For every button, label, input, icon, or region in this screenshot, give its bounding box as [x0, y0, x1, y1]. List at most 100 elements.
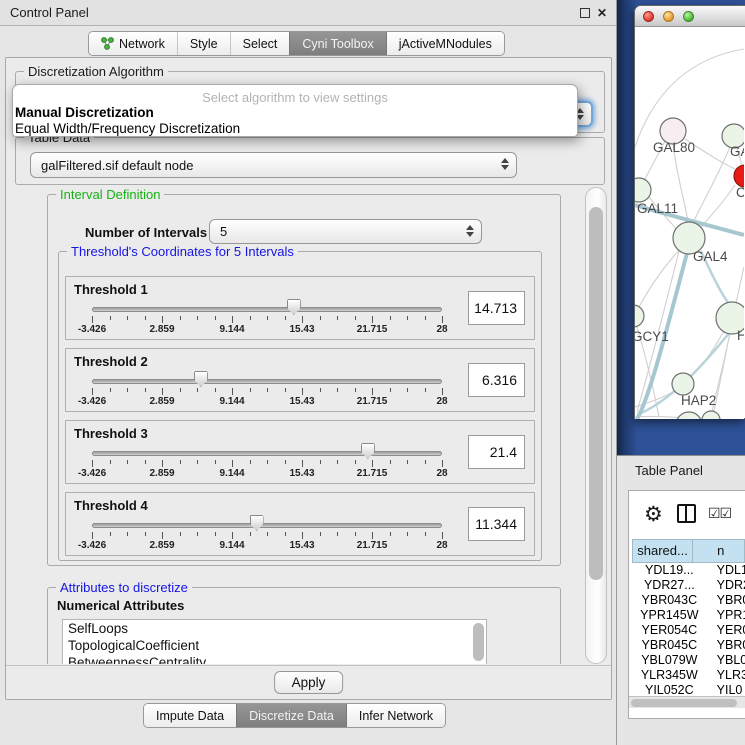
cell-name[interactable]: YLR3: [707, 668, 745, 683]
threshold-4-label: Threshold 4: [74, 498, 148, 513]
cell-name[interactable]: YDR2: [707, 578, 745, 593]
threshold-4-slider[interactable]: [92, 523, 442, 528]
table-panel-inner: ⚙ ☑☑ shared... n YDL19...YDL1YDR27...YDR…: [628, 490, 745, 719]
tab-cyni-toolbox[interactable]: Cyni Toolbox: [289, 32, 385, 55]
popup-option-manual-discretization[interactable]: Manual Discretization: [13, 105, 577, 121]
numerical-attributes-list[interactable]: SelfLoopsTopologicalCoefficientBetweenne…: [62, 619, 487, 664]
table-data-combobox[interactable]: galFiltered.sif default node: [30, 152, 517, 178]
threshold-3-value-input[interactable]: 21.4: [468, 435, 525, 469]
tab-infer-network[interactable]: Infer Network: [346, 704, 445, 727]
cell-shared-name[interactable]: YER054C: [632, 623, 707, 638]
table-row[interactable]: YPR145WYPR1: [629, 608, 745, 623]
threshold-4-slider-thumb[interactable]: [250, 515, 264, 531]
attribute-list-item[interactable]: TopologicalCoefficient: [63, 637, 486, 654]
network-node[interactable]: [676, 412, 702, 419]
tick-mark: [407, 460, 408, 464]
float-window-icon[interactable]: [580, 8, 590, 18]
threshold-2-box: Threshold 2 -3.4262.8599.14415.4321.7152…: [65, 348, 535, 412]
network-view-window: GAL80GACGAL11GAL4GCY1HHAP2: [634, 5, 745, 419]
tab-select[interactable]: Select: [230, 32, 290, 55]
tick-label: 15.43: [289, 468, 314, 479]
tick-label: 21.715: [357, 468, 388, 479]
cell-name[interactable]: YIL0: [707, 683, 745, 696]
tick-label: 28: [436, 468, 447, 479]
column-header-shared-name[interactable]: shared...: [632, 539, 693, 563]
table-row[interactable]: YBR045CYBR0: [629, 638, 745, 653]
threshold-4-value-input[interactable]: 11.344: [468, 507, 525, 541]
tab-jactivemnodules[interactable]: jActiveMNodules: [386, 32, 504, 55]
cell-shared-name[interactable]: YPR145W: [632, 608, 707, 623]
close-traffic-light-icon[interactable]: [643, 11, 654, 22]
threshold-1-slider[interactable]: [92, 307, 442, 312]
table-hscrollbar-thumb[interactable]: [631, 699, 737, 707]
tick-label: 28: [436, 324, 447, 335]
settings-scrollbar[interactable]: [585, 187, 607, 664]
settings-scrollbar-thumb[interactable]: [589, 207, 603, 580]
cell-name[interactable]: YBR0: [707, 593, 745, 608]
table-horizontal-scrollbar[interactable]: [629, 696, 745, 708]
network-canvas[interactable]: GAL80GACGAL11GAL4GCY1HHAP2: [635, 27, 744, 419]
tick-mark: [302, 532, 303, 539]
apply-button[interactable]: Apply: [274, 671, 344, 694]
table-row[interactable]: YBR043CYBR0: [629, 593, 745, 608]
column-header-name[interactable]: n: [693, 539, 745, 563]
close-icon[interactable]: ✕: [596, 7, 608, 19]
minimize-traffic-light-icon[interactable]: [663, 11, 674, 22]
tab-impute-data[interactable]: Impute Data: [144, 704, 236, 727]
cell-name[interactable]: YPR1: [707, 608, 745, 623]
network-node[interactable]: [702, 411, 720, 419]
tab-impute-data-label: Impute Data: [156, 709, 224, 723]
tab-network[interactable]: Network: [89, 32, 177, 55]
network-node[interactable]: [635, 178, 651, 202]
cell-shared-name[interactable]: YDL19...: [632, 563, 707, 578]
network-node[interactable]: [734, 165, 744, 187]
table-row[interactable]: YIL052CYIL0: [629, 683, 745, 696]
threshold-3-slider-thumb[interactable]: [361, 443, 375, 459]
gear-icon[interactable]: ⚙: [644, 502, 663, 527]
tick-mark: [355, 460, 356, 464]
cell-shared-name[interactable]: YLR345W: [632, 668, 707, 683]
table-rows[interactable]: YDL19...YDL1YDR27...YDR2YBR043CYBR0YPR14…: [629, 563, 745, 696]
list-scrollbar[interactable]: [473, 623, 484, 661]
cell-shared-name[interactable]: YBR043C: [632, 593, 707, 608]
settings-scroll-viewport: Interval Definition Number of Intervals …: [11, 187, 579, 664]
threshold-2-slider-thumb[interactable]: [194, 371, 208, 387]
tick-mark: [162, 316, 163, 323]
columns-layout-icon[interactable]: [677, 504, 696, 523]
cell-name[interactable]: YBL0: [707, 653, 745, 668]
threshold-1-slider-thumb[interactable]: [287, 299, 301, 315]
network-node[interactable]: [635, 305, 644, 327]
threshold-3-box: Threshold 3 -3.4262.8599.14415.4321.7152…: [65, 420, 535, 484]
table-row[interactable]: YBL079WYBL0: [629, 653, 745, 668]
attribute-list-item[interactable]: BetweennessCentrality: [63, 654, 486, 664]
attribute-list-item[interactable]: SelfLoops: [63, 620, 486, 637]
cell-name[interactable]: YBR0: [707, 638, 745, 653]
network-node[interactable]: [672, 373, 694, 395]
tab-discretize-data[interactable]: Discretize Data: [236, 704, 346, 727]
threshold-4-box: Threshold 4 -3.4262.8599.14415.4321.7152…: [65, 492, 535, 556]
cell-shared-name[interactable]: YIL052C: [632, 683, 707, 696]
cell-name[interactable]: YDL1: [707, 563, 745, 578]
zoom-traffic-light-icon[interactable]: [683, 11, 694, 22]
select-columns-icon[interactable]: ☑☑: [708, 505, 731, 522]
table-row[interactable]: YER054CYER0: [629, 623, 745, 638]
table-row[interactable]: YDR27...YDR2: [629, 578, 745, 593]
tick-mark: [197, 388, 198, 392]
threshold-1-value-input[interactable]: 14.713: [468, 291, 525, 325]
popup-option-equal-width[interactable]: Equal Width/Frequency Discretization: [13, 121, 577, 137]
threshold-2-slider[interactable]: [92, 379, 442, 384]
cell-name[interactable]: YER0: [707, 623, 745, 638]
table-row[interactable]: YDL19...YDL1: [629, 563, 745, 578]
cell-shared-name[interactable]: YBR045C: [632, 638, 707, 653]
tick-mark: [355, 532, 356, 536]
table-row[interactable]: YLR345WYLR3: [629, 668, 745, 683]
threshold-2-value-input[interactable]: 6.316: [468, 363, 525, 397]
interval-definition-group: Interval Definition Number of Intervals …: [47, 194, 561, 566]
threshold-3-slider[interactable]: [92, 451, 442, 456]
network-window-titlebar: [635, 6, 745, 27]
cell-shared-name[interactable]: YDR27...: [632, 578, 707, 593]
number-of-intervals-combobox[interactable]: 5: [209, 219, 482, 244]
tick-label: 21.715: [357, 324, 388, 335]
tab-style[interactable]: Style: [177, 32, 230, 55]
cell-shared-name[interactable]: YBL079W: [632, 653, 707, 668]
